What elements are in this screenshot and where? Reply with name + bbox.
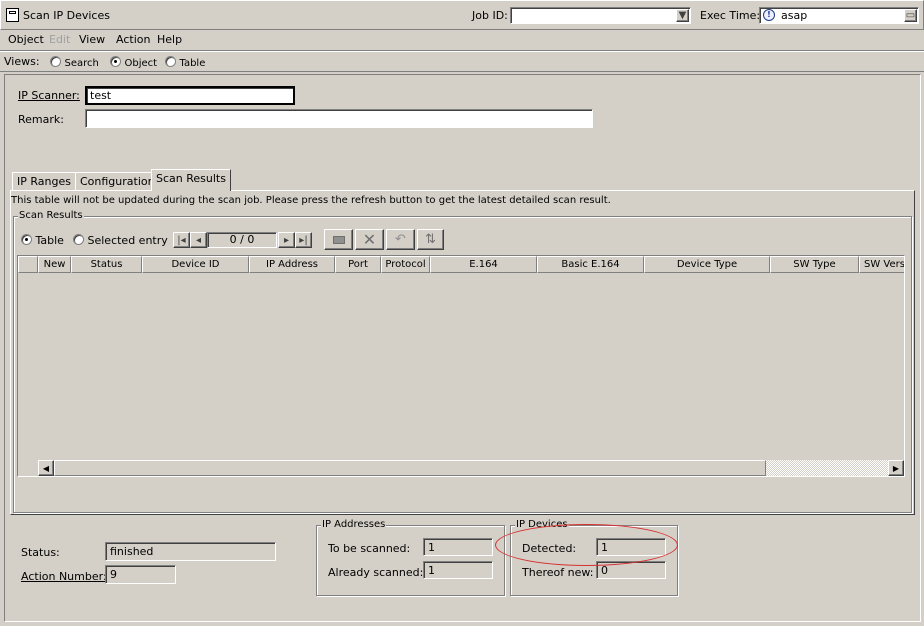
mode-selected-radio[interactable]: Selected entry bbox=[73, 234, 168, 247]
refresh-icon bbox=[332, 235, 345, 244]
ip-scanner-label: IP Scanner: bbox=[18, 89, 80, 102]
prev-page-button[interactable]: ◂ bbox=[190, 232, 207, 248]
pager-field: 0 / 0 bbox=[207, 232, 277, 248]
delete-button[interactable]: ✕ bbox=[355, 229, 384, 250]
column-header-ip-address[interactable]: IP Address bbox=[249, 256, 335, 273]
clock-icon: ! bbox=[763, 9, 775, 21]
column-header-device-type[interactable]: Device Type bbox=[644, 256, 770, 273]
title-bar: Scan IP Devices Job ID: ▼ Exec Time: ! a… bbox=[0, 0, 924, 30]
close-icon: ✕ bbox=[362, 230, 377, 249]
annotation-ellipse bbox=[495, 524, 678, 566]
column-header-basic-e164[interactable]: Basic E.164 bbox=[537, 256, 644, 273]
window-icon bbox=[6, 8, 19, 22]
next-page-button[interactable]: ▸ bbox=[278, 232, 295, 248]
job-id-label: Job ID: bbox=[472, 9, 508, 22]
scroll-left-button[interactable]: ◀ bbox=[38, 460, 54, 476]
menu-edit[interactable]: Edit bbox=[49, 33, 70, 46]
refresh-button[interactable] bbox=[324, 229, 353, 250]
horizontal-scrollbar[interactable]: ◀ ▶ bbox=[38, 460, 904, 476]
view-object-radio[interactable]: Object bbox=[110, 56, 157, 69]
column-header-device-id[interactable]: Device ID bbox=[142, 256, 249, 273]
menu-help[interactable]: Help bbox=[157, 33, 182, 46]
remark-label: Remark: bbox=[18, 113, 64, 126]
chevron-down-icon[interactable]: ▼ bbox=[676, 9, 689, 22]
menu-object[interactable]: Object bbox=[8, 33, 44, 46]
scroll-right-button[interactable]: ▶ bbox=[888, 460, 904, 476]
ip-scanner-input[interactable]: test bbox=[85, 86, 295, 105]
mode-table-radio[interactable]: Table bbox=[21, 234, 64, 247]
column-header-protocol[interactable]: Protocol bbox=[381, 256, 430, 273]
job-id-select[interactable]: ▼ bbox=[510, 7, 691, 24]
column-header-new[interactable]: New bbox=[38, 256, 71, 273]
column-header-sw-version[interactable]: SW Vers bbox=[859, 256, 904, 273]
scan-results-group-label: Scan Results bbox=[18, 210, 84, 221]
sort-button[interactable]: ⇅ bbox=[417, 229, 444, 250]
column-header-e164[interactable]: E.164 bbox=[430, 256, 537, 273]
scrollbar-thumb[interactable] bbox=[54, 460, 766, 476]
column-header-port[interactable]: Port bbox=[335, 256, 381, 273]
action-number-field: 9 bbox=[105, 565, 176, 584]
already-scanned-field: 1 bbox=[423, 561, 493, 579]
ip-addresses-group-label: IP Addresses bbox=[321, 519, 387, 530]
action-number-label: Action Number: bbox=[21, 570, 107, 583]
window-title: Scan IP Devices bbox=[23, 9, 110, 22]
calendar-icon[interactable]: ▭ bbox=[904, 9, 917, 22]
tab-configuration[interactable]: Configuration bbox=[75, 172, 160, 191]
exec-time-field[interactable]: ! asap ▭ bbox=[759, 7, 919, 24]
sort-icon: ⇅ bbox=[425, 232, 436, 247]
to-be-scanned-field: 1 bbox=[423, 538, 493, 556]
remark-input[interactable] bbox=[85, 109, 593, 128]
views-label: Views: bbox=[4, 55, 40, 68]
to-be-scanned-label: To be scanned: bbox=[328, 542, 411, 555]
table-header: New Status Device ID IP Address Port Pro… bbox=[18, 256, 904, 274]
last-page-button[interactable]: ▸| bbox=[295, 232, 312, 248]
column-header-corner bbox=[18, 256, 38, 273]
views-bar: Views: Search Object Table bbox=[0, 50, 924, 72]
menu-view[interactable]: View bbox=[79, 33, 105, 46]
column-header-sw-type[interactable]: SW Type bbox=[770, 256, 859, 273]
exec-time-label: Exec Time: bbox=[700, 9, 761, 22]
view-table-radio[interactable]: Table bbox=[165, 56, 205, 69]
results-table: New Status Device ID IP Address Port Pro… bbox=[17, 255, 905, 477]
tab-scan-results[interactable]: Scan Results bbox=[151, 169, 231, 191]
undo-button[interactable]: ↶ bbox=[386, 229, 415, 250]
menu-action[interactable]: Action bbox=[116, 33, 150, 46]
menu-bar: Object Edit View Action Help bbox=[0, 30, 924, 50]
thereof-new-label: Thereof new: bbox=[522, 566, 594, 579]
undo-icon: ↶ bbox=[395, 232, 406, 247]
view-search-radio[interactable]: Search bbox=[50, 56, 99, 69]
first-page-button[interactable]: |◂ bbox=[173, 232, 190, 248]
tab-ip-ranges[interactable]: IP Ranges bbox=[12, 172, 76, 191]
already-scanned-label: Already scanned: bbox=[328, 566, 424, 579]
status-field: finished bbox=[105, 542, 276, 561]
column-header-status[interactable]: Status bbox=[71, 256, 142, 273]
status-label: Status: bbox=[21, 546, 60, 559]
info-text: This table will not be updated during th… bbox=[11, 195, 611, 206]
